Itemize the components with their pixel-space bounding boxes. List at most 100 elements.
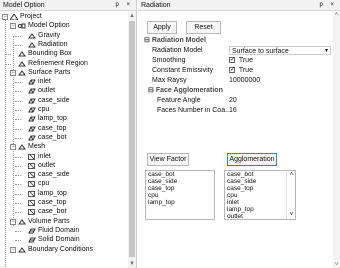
subsection-header[interactable]: ⊟ Face Agglomeration (148, 86, 223, 95)
max-raysy-field[interactable]: 10000000 (229, 76, 260, 85)
reset-button[interactable]: Reset (186, 21, 221, 34)
scroll-thumb[interactable] (129, 21, 135, 257)
tree-item[interactable]: lamp_top (0, 115, 128, 123)
tree-connector (5, 54, 11, 56)
collapse-icon[interactable]: ⊟ (148, 87, 154, 94)
tree-item[interactable]: case_top (0, 199, 128, 207)
collapse-toggle-icon[interactable]: − (10, 246, 16, 253)
tree-item[interactable]: Gravity (0, 32, 128, 40)
collapse-toggle-icon[interactable]: − (10, 23, 16, 30)
tree-item-label: case_top (38, 124, 67, 132)
tree-item-label: Project (20, 13, 42, 20)
list-item[interactable]: case_bot (146, 171, 214, 178)
tree-scrollbar[interactable]: ▲ ▼ (128, 12, 136, 268)
tree-item[interactable]: cpu (0, 180, 128, 188)
scroll-up-icon[interactable]: ▲ (128, 12, 136, 20)
list-item[interactable]: case_top (146, 185, 214, 192)
radiation-title-bar: Radiation p × (138, 0, 340, 11)
tree-item-label: inlet (38, 78, 51, 86)
property-name: Constant Emissivity (152, 67, 214, 74)
tree-item[interactable]: lamp_top (0, 190, 128, 198)
collapse-toggle-icon[interactable]: − (10, 144, 16, 151)
chevron-down-icon[interactable]: ▾ (325, 47, 328, 56)
chevron-down-icon[interactable]: ˅ (287, 212, 295, 218)
collapse-toggle-icon[interactable]: − (10, 69, 16, 76)
tree-item[interactable]: Solid Domain (0, 236, 128, 244)
feature-angle-field[interactable]: 20 (229, 96, 237, 105)
panel-title-buttons[interactable]: p × (115, 0, 133, 11)
surface-part-icon (28, 98, 36, 104)
tree-item-label: outlet (38, 161, 56, 169)
tree-item[interactable]: − Surface Parts (0, 69, 128, 77)
tree-item[interactable]: case_bot (0, 134, 128, 142)
volume-part-icon (28, 237, 36, 243)
volume-parts-icon (18, 218, 26, 225)
collapse-toggle-icon[interactable]: − (2, 14, 8, 20)
tree-item[interactable]: inlet (0, 78, 128, 86)
list-item[interactable]: lamp_top (225, 206, 287, 213)
property-name: Faces Number in Coa... (157, 107, 231, 114)
tree-item[interactable]: − Mesh (0, 143, 128, 151)
chevron-up-icon[interactable]: ˄ (287, 172, 295, 178)
checkbox-checked-icon[interactable]: ✓ (229, 67, 235, 74)
list-item[interactable]: case_top (225, 185, 287, 192)
tree-item[interactable]: − Boundary Conditions (0, 246, 128, 254)
model-option-title-bar: Model Option p × (0, 0, 136, 11)
list-item[interactable]: case_side (146, 178, 214, 185)
scroll-down-icon[interactable]: ˅ (333, 262, 340, 268)
faces-number-field[interactable]: 16 (229, 106, 237, 115)
tree-item-label: Radiation (38, 40, 68, 48)
tree-item-label: Model Option (28, 22, 70, 30)
tree-connector (15, 44, 21, 46)
agglomeration-list[interactable]: case_bot case_side case_top cpu inlet lamp_to… (224, 170, 296, 220)
tree-item[interactable]: Refinement Region (0, 60, 128, 68)
surface-parts-icon (18, 69, 26, 76)
section-header[interactable]: ⊟ Radiation Model (144, 36, 206, 45)
collapse-icon[interactable]: ⊟ (144, 37, 150, 44)
tree-item-label: lamp_top (38, 189, 67, 197)
list-item[interactable]: case_side (225, 178, 287, 185)
view-factor-button[interactable]: View Factor (147, 153, 189, 166)
tree-item[interactable]: − Project (0, 13, 128, 21)
tree-connector (15, 240, 21, 242)
apply-button[interactable]: Apply (147, 21, 177, 34)
tree-item[interactable]: case_side (0, 171, 128, 179)
tree-item[interactable]: case_top (0, 125, 128, 133)
surface-part-icon (28, 135, 36, 141)
list-item[interactable]: cpu (225, 192, 287, 199)
tree-item[interactable]: Bounding Box (0, 50, 128, 58)
tree-item[interactable]: Fluid Domain (0, 227, 128, 235)
list-scrollbar[interactable]: ˄ ˅ (286, 171, 295, 219)
list-item[interactable]: case_bot (225, 171, 287, 178)
list-item[interactable]: cpu (146, 192, 214, 199)
tree-item[interactable]: case_bot (0, 208, 128, 216)
surface-part-icon (28, 79, 36, 85)
tree-item[interactable]: case_side (0, 97, 128, 105)
mesh-part-icon (28, 209, 36, 216)
tree-item[interactable]: cpu (0, 106, 128, 114)
mesh-part-icon (28, 172, 36, 179)
scroll-down-icon[interactable]: ▼ (128, 260, 136, 268)
right-panel-scrollbar[interactable]: ˄ ˅ (333, 12, 340, 268)
collapse-toggle-icon[interactable]: − (10, 218, 16, 225)
tree-item[interactable]: outlet (0, 162, 128, 170)
list-item[interactable]: inlet (225, 199, 287, 206)
smoothing-checkbox[interactable]: ✓ True (229, 56, 253, 65)
tree-connector (15, 110, 21, 111)
model-option-panel: Model Option p × − Project − Model Option Gr… (0, 0, 137, 268)
tree-item[interactable]: − Model Option (0, 22, 128, 30)
tree-item[interactable]: inlet (0, 153, 128, 161)
list-item[interactable]: outlet (225, 213, 287, 219)
checkbox-checked-icon[interactable]: ✓ (229, 57, 235, 64)
tree-item[interactable]: outlet (0, 87, 128, 95)
panel-title-buttons[interactable]: p × (319, 0, 337, 11)
tree-item[interactable]: Radiation (0, 41, 128, 49)
list-item[interactable]: lamp_top (146, 199, 214, 206)
constant-emissivity-checkbox[interactable]: ✓ True (229, 66, 253, 75)
view-factor-list[interactable]: case_bot case_side case_top cpu lamp_top (145, 170, 215, 220)
agglomeration-button[interactable]: Agglomeration (227, 153, 277, 166)
scroll-up-icon[interactable]: ˄ (333, 12, 340, 18)
tree-connector (15, 184, 21, 186)
radiation-model-dropdown[interactable]: Surface to surface ▾ (229, 46, 331, 55)
tree-item[interactable]: − Volume Parts (0, 218, 128, 226)
